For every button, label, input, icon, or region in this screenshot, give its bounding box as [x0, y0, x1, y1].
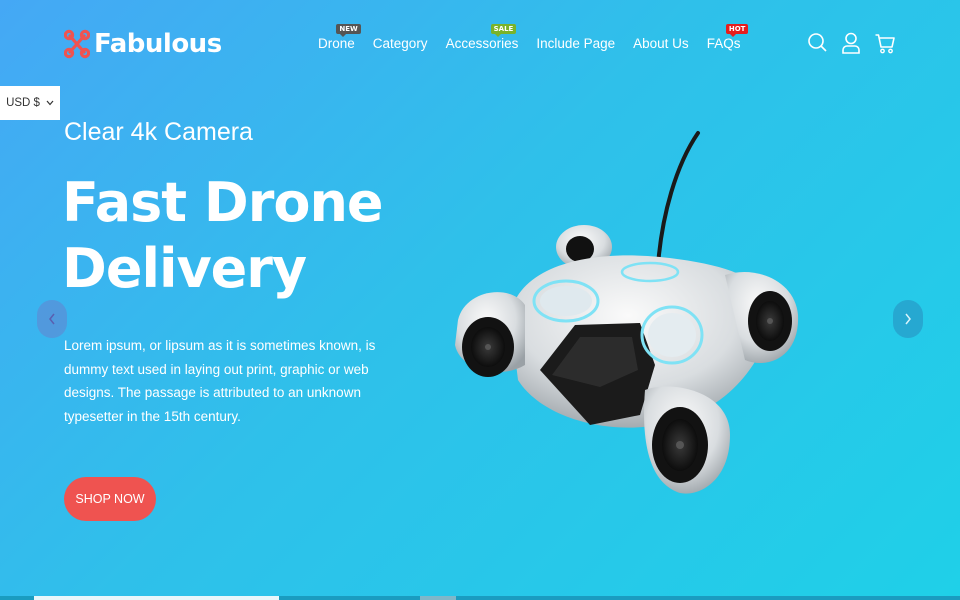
chevron-right-icon — [905, 313, 911, 325]
nav-label: Drone — [318, 36, 355, 51]
nav-item-faqs[interactable]: FAQs HOT — [706, 24, 749, 51]
sale-badge: SALE — [490, 24, 517, 37]
header-actions — [807, 31, 895, 55]
currency-selector[interactable]: USD $ — [0, 86, 60, 120]
slider-next-button[interactable] — [893, 300, 923, 338]
logo[interactable]: Fabulous — [64, 28, 222, 60]
hero-subtitle: Clear 4k Camera — [64, 118, 253, 146]
hot-badge: HOT — [725, 24, 749, 37]
chevron-down-icon — [46, 100, 54, 106]
nav-item-category[interactable]: Category — [373, 36, 428, 51]
headline-line-1: Fast Drone — [62, 171, 384, 234]
site-header: Fabulous Drone NEW Category Accessories … — [0, 0, 960, 88]
nav-item-drone[interactable]: Drone NEW — [318, 24, 361, 51]
nav-label: Accessories — [445, 36, 519, 51]
user-icon[interactable] — [841, 31, 861, 55]
hero-headline: Fast Drone Delivery — [62, 170, 442, 302]
cart-icon[interactable] — [875, 31, 895, 55]
nav-item-about-us[interactable]: About Us — [633, 36, 689, 51]
drone-product-image — [455, 131, 799, 494]
slider-prev-button[interactable] — [37, 300, 67, 338]
hero-description: Lorem ipsum, or lipsum as it is sometime… — [64, 338, 376, 424]
slider-progress-bar — [0, 596, 960, 600]
nav-label: FAQs — [706, 36, 741, 51]
new-badge: NEW — [336, 24, 361, 37]
search-icon[interactable] — [807, 31, 827, 55]
nav-item-include-page[interactable]: Include Page — [536, 36, 615, 51]
progress-fill — [34, 596, 279, 600]
nav-label: Include Page — [536, 36, 616, 51]
main-nav: Drone NEW Category Accessories SALE Incl… — [318, 24, 749, 51]
shop-now-button[interactable]: SHOP NOW — [64, 477, 156, 521]
headline-line-2: Delivery — [62, 237, 307, 300]
brand-name: Fabulous — [94, 29, 222, 59]
nav-label: About Us — [633, 36, 689, 51]
drone-logo-icon — [64, 29, 90, 59]
currency-label: USD $ — [6, 97, 40, 109]
progress-marker — [420, 596, 456, 600]
chevron-left-icon — [49, 313, 55, 325]
nav-item-accessories[interactable]: Accessories SALE — [445, 24, 519, 51]
nav-label: Category — [372, 36, 428, 51]
